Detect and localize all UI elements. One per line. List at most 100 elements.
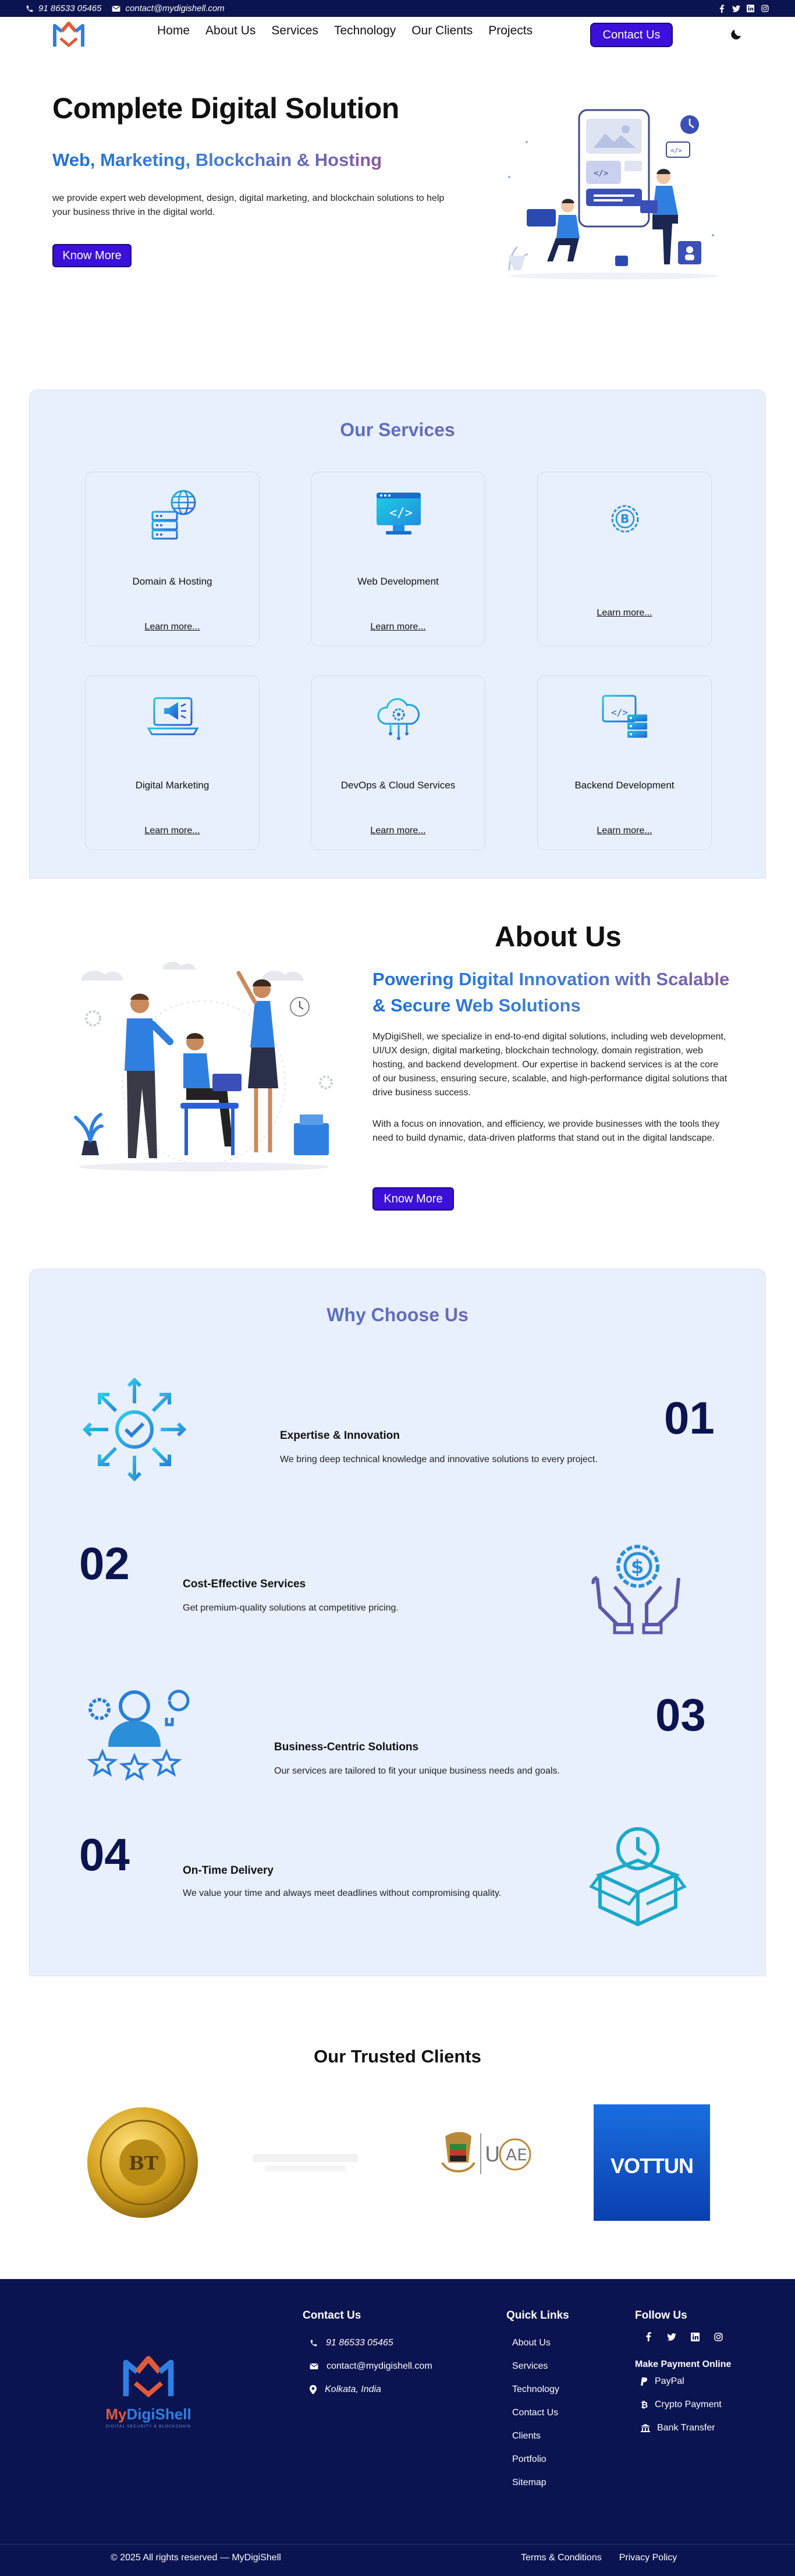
footer-link-clients[interactable]: Clients — [506, 2425, 569, 2448]
svg-text:BT: BT — [129, 2152, 158, 2174]
service-learn-more-link[interactable]: Learn more... — [538, 608, 711, 618]
footer-link-services[interactable]: Services — [506, 2355, 569, 2378]
client-logo-uae-emblem[interactable]: U AE — [422, 2104, 538, 2221]
svg-text:</>: </> — [594, 169, 608, 178]
reason-description: Our services are tailored to fit your un… — [274, 1766, 560, 1776]
code-monitor-icon: </> — [370, 484, 428, 542]
reason-number: 04 — [79, 1829, 130, 1880]
footer-divider — [0, 2544, 795, 2545]
svg-text:AE: AE — [506, 2145, 527, 2164]
location-pin-icon — [310, 2385, 317, 2394]
nav-services[interactable]: Services — [271, 24, 318, 38]
reason-title: On-Time Delivery — [183, 1864, 274, 1877]
svg-text:B: B — [620, 512, 629, 526]
footer-brand[interactable]: MyDigiShell DIGITAL SECURITY & BLOCKCHAI… — [96, 2352, 201, 2439]
footer-brand-name: MyDigiShell — [105, 2405, 191, 2423]
reason-item: 04 On-Time Delivery We value your time a… — [30, 1827, 766, 1962]
service-card-web-development[interactable]: </> Web Development Learn more... — [311, 472, 485, 646]
linkedin-icon[interactable] — [690, 2331, 700, 2342]
terms-link[interactable]: Terms & Conditions — [521, 2553, 602, 2563]
topbar-phone[interactable]: 91 86533 05465 — [26, 3, 101, 13]
service-card-backend-development[interactable]: </> Backend Development Learn more... — [537, 675, 712, 850]
topbar-email-text: contact@mydigishell.com — [125, 3, 225, 13]
privacy-link[interactable]: Privacy Policy — [619, 2553, 677, 2563]
megaphone-laptop-icon — [144, 688, 202, 746]
topbar-email[interactable]: contact@mydigishell.com — [112, 3, 225, 13]
footer-phone[interactable]: 91 86533 05465 — [303, 2331, 432, 2355]
about-subtitle: Powering Digital Innovation with Scalabl… — [372, 966, 745, 1018]
payment-crypto[interactable]: ₿ Crypto Payment — [635, 2393, 731, 2416]
nav-technology[interactable]: Technology — [334, 24, 396, 38]
mail-icon — [112, 5, 120, 12]
hero-description: we provide expert web development, desig… — [52, 193, 445, 217]
reason-title: Business-Centric Solutions — [274, 1741, 419, 1753]
footer-location-text: Kolkata, India — [325, 2384, 381, 2394]
site-logo[interactable] — [52, 21, 85, 48]
footer-payment-title: Make Payment Online — [635, 2359, 732, 2369]
service-card-blockchain[interactable]: B Learn more... — [537, 472, 712, 646]
instagram-icon[interactable] — [761, 4, 769, 13]
service-card-domain-hosting[interactable]: Domain & Hosting Learn more... — [85, 472, 260, 646]
service-learn-more-link[interactable]: Learn more... — [311, 622, 485, 632]
hero-illustration: </> </> — [492, 107, 736, 282]
target-arrows-icon — [79, 1374, 190, 1485]
reason-description: We bring deep technical knowledge and in… — [280, 1455, 598, 1464]
client-logo-vottun[interactable]: VOTTUN — [594, 2104, 710, 2221]
service-learn-more-link[interactable]: Learn more... — [311, 826, 485, 836]
reason-description: We value your time and always meet deadl… — [183, 1888, 502, 1898]
why-panel: Why Choose Us Expertise & Innovation We … — [29, 1269, 766, 1976]
about-know-more-button[interactable]: Know More — [372, 1187, 454, 1211]
nav-clients[interactable]: Our Clients — [411, 24, 473, 38]
facebook-icon[interactable] — [717, 4, 726, 13]
footer-phone-text: 91 86533 05465 — [326, 2338, 393, 2348]
client-logo-faded-wordmark[interactable] — [247, 2104, 364, 2221]
service-card-title: Digital Marketing — [135, 780, 210, 791]
instagram-icon[interactable] — [713, 2331, 723, 2342]
hero-know-more-button[interactable]: Know More — [52, 244, 132, 267]
footer-follow-title: Follow Us — [635, 2309, 687, 2322]
reason-title: Cost-Effective Services — [183, 1578, 306, 1590]
footer-link-portfolio[interactable]: Portfolio — [506, 2448, 569, 2471]
payment-paypal[interactable]: PayPal — [635, 2370, 731, 2393]
facebook-icon[interactable] — [643, 2331, 654, 2342]
client-logo-gold-coin[interactable]: BT — [84, 2104, 201, 2221]
reason-number: 02 — [79, 1538, 130, 1589]
bank-icon — [641, 2424, 650, 2432]
about-section: About Us Powering Digital Innovation wit… — [0, 861, 795, 1269]
footer-email[interactable]: contact@mydigishell.com — [303, 2355, 432, 2378]
service-card-title: Domain & Hosting — [132, 576, 212, 587]
nav-home[interactable]: Home — [157, 24, 190, 38]
nav-about[interactable]: About Us — [205, 24, 255, 38]
payment-crypto-label: Crypto Payment — [655, 2400, 722, 2409]
footer-quick-links: About Us Services Technology Contact Us … — [506, 2331, 569, 2494]
linkedin-icon[interactable] — [746, 4, 755, 13]
about-team-illustration — [70, 954, 338, 1176]
twitter-icon[interactable] — [666, 2331, 677, 2342]
reason-title: Expertise & Innovation — [280, 1429, 400, 1442]
footer-link-technology[interactable]: Technology — [506, 2378, 569, 2401]
reason-number: 03 — [655, 1689, 706, 1740]
contact-us-button[interactable]: Contact Us — [590, 23, 673, 47]
footer-link-contact[interactable]: Contact Us — [506, 2401, 569, 2425]
svg-text:</>: </> — [611, 707, 628, 718]
service-card-title: Web Development — [357, 576, 439, 587]
service-learn-more-link[interactable]: Learn more... — [86, 826, 259, 836]
footer-email-text: contact@mydigishell.com — [326, 2361, 432, 2371]
reason-item: Business-Centric Solutions Our services … — [30, 1677, 766, 1811]
footer-contact-column: Contact Us 91 86533 05465 contact@mydigi… — [303, 2309, 432, 2401]
service-learn-more-link[interactable]: Learn more... — [538, 826, 711, 836]
service-card-devops-cloud[interactable]: DevOps & Cloud Services Learn more... — [311, 675, 485, 850]
nav-projects[interactable]: Projects — [488, 24, 533, 38]
service-card-digital-marketing[interactable]: Digital Marketing Learn more... — [85, 675, 260, 850]
service-learn-more-link[interactable]: Learn more... — [86, 622, 259, 632]
twitter-icon[interactable] — [732, 4, 740, 13]
footer-location: Kolkata, India — [303, 2378, 432, 2401]
footer-link-about[interactable]: About Us — [506, 2331, 569, 2355]
topbar-phone-text: 91 86533 05465 — [38, 3, 102, 13]
about-title: About Us — [495, 921, 622, 953]
dark-mode-toggle-icon[interactable] — [729, 27, 743, 41]
footer-link-sitemap[interactable]: Sitemap — [506, 2471, 569, 2494]
backend-server-icon: </> — [596, 688, 654, 746]
payment-bank[interactable]: Bank Transfer — [635, 2416, 731, 2440]
footer-quick-links-title: Quick Links — [506, 2309, 569, 2322]
